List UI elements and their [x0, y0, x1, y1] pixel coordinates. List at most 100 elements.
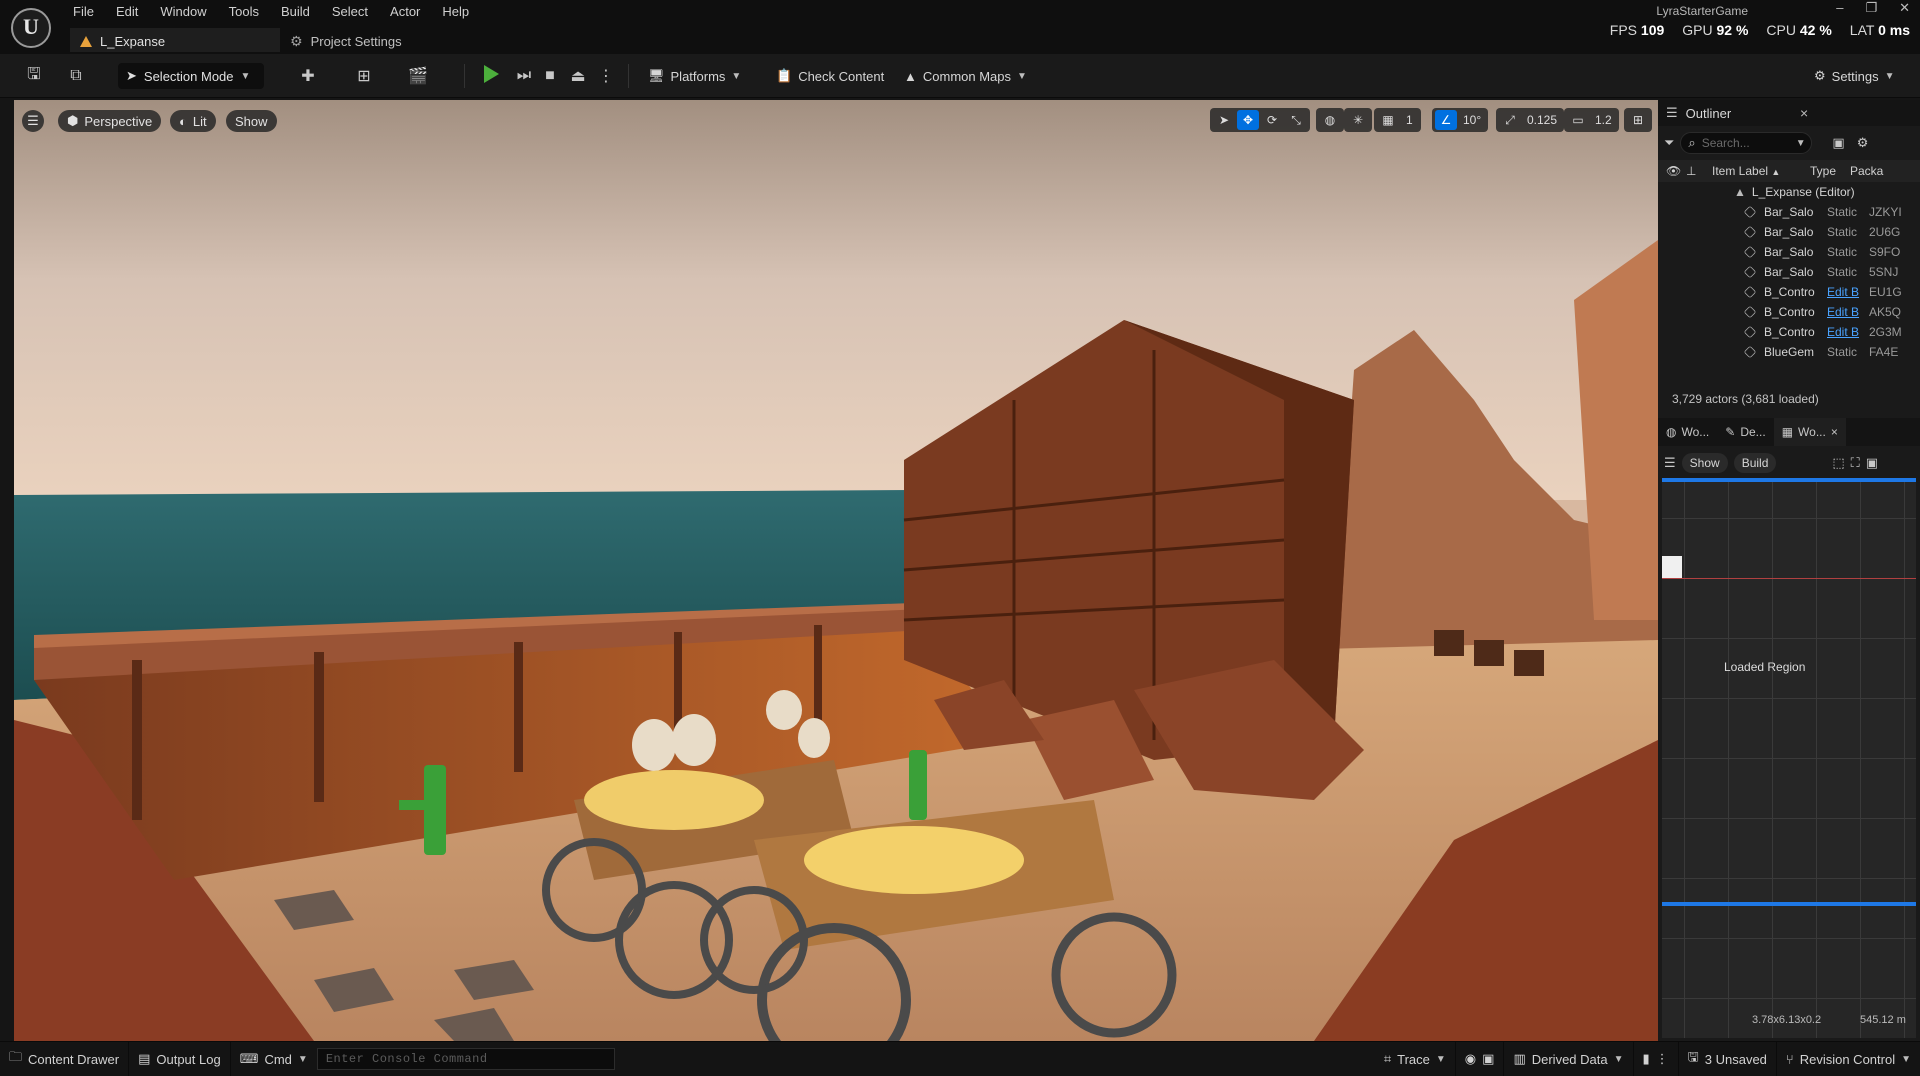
perspective-label: Perspective [84, 113, 153, 129]
rotation-snap-value: 10° [1463, 113, 1482, 127]
outliner-column-headers: 👁 ⊥ Item Label ▲ Type Packa [1658, 160, 1920, 182]
scale-snap[interactable]: ⤢ 0.125 [1496, 108, 1565, 132]
toolbar-divider [464, 64, 465, 88]
column-type[interactable]: Type [1810, 164, 1850, 178]
minimize-icon[interactable]: – [1836, 0, 1843, 16]
browse-icon[interactable]: ⧉ [64, 64, 88, 88]
list-item[interactable]: Bar_Salo Static JZKYI [1658, 202, 1920, 222]
pin-icon[interactable]: ⊥ [1686, 164, 1706, 178]
output-log-button[interactable]: ▤ Output Log [129, 1041, 231, 1076]
fit-icon[interactable]: ⛶ [1851, 455, 1860, 471]
edit-blueprint-link[interactable]: Edit B [1827, 285, 1869, 299]
unreal-logo-icon[interactable]: U [11, 8, 51, 48]
check-content-button[interactable]: 📋 Check Content [776, 62, 884, 90]
map-icon: ▦ [1781, 425, 1794, 439]
hamburger-icon[interactable]: ☰ [1664, 455, 1676, 471]
restore-icon[interactable]: ❐ [1865, 0, 1877, 16]
list-item[interactable]: Bar_Salo Static S9FO [1658, 242, 1920, 262]
list-item[interactable]: Bar_Salo Static 5SNJ [1658, 262, 1920, 282]
tab-outliner[interactable]: ☰ Outliner × [1658, 100, 1920, 126]
camera-speed[interactable]: ▭ 1.2 [1564, 108, 1619, 132]
close-icon[interactable]: × [1800, 105, 1808, 121]
select-icon[interactable]: ➤ [1213, 110, 1235, 130]
rotation-snap[interactable]: ∠ 10° [1432, 108, 1489, 132]
bounds-icon[interactable]: ▣ [1866, 455, 1878, 471]
list-item[interactable]: Bar_Salo Static 2U6G [1658, 222, 1920, 242]
region-top-border [1662, 478, 1916, 482]
selection-mode-dropdown[interactable]: ➤ Selection Mode ▼ [118, 63, 264, 89]
edit-blueprint-link[interactable]: Edit B [1827, 305, 1869, 319]
grid-snap-value: 1 [1406, 113, 1413, 127]
eject-icon[interactable]: ⏏ [566, 64, 590, 88]
close-icon[interactable]: ✕ [1899, 0, 1910, 16]
edit-blueprint-link[interactable]: Edit B [1827, 325, 1869, 339]
unsaved-button[interactable]: 🖫 3 Unsaved [1679, 1041, 1777, 1076]
more-options-icon[interactable]: ⋮ [594, 64, 618, 88]
cinematics-icon[interactable]: 🎬 [406, 64, 430, 88]
cmd-dropdown[interactable]: ⌨ Cmd ▼ [231, 1042, 317, 1076]
chevron-down-icon[interactable]: ▼ [1796, 138, 1806, 149]
frame-icon[interactable]: ⬚ [1832, 455, 1844, 471]
grid-snap[interactable]: ▦ 1 [1374, 108, 1421, 132]
stats-button[interactable]: ▮ ⋮ [1634, 1041, 1679, 1076]
visibility-icon[interactable]: 👁 [1666, 164, 1686, 178]
filter-icon[interactable]: ⏷ [1664, 135, 1674, 151]
layout-button[interactable]: ⊞ [1624, 108, 1652, 132]
translate-icon[interactable]: ✥ [1237, 110, 1259, 130]
save-icon[interactable]: 🖫 [22, 64, 46, 88]
settings-dropdown[interactable]: ⚙ Settings ▼ [1814, 62, 1895, 90]
column-item-label[interactable]: Item Label ▲ [1706, 164, 1810, 178]
perspective-dropdown[interactable]: ⬢ Perspective [58, 110, 162, 132]
close-icon[interactable]: × [1831, 425, 1838, 439]
outliner-search-input[interactable] [1701, 136, 1790, 150]
gear-icon[interactable]: ⚙ [1857, 135, 1869, 151]
scale-icon[interactable]: ⤡ [1285, 110, 1307, 130]
blueprint-icon[interactable]: ⊞ [352, 64, 376, 88]
viewport-menu-button[interactable]: ☰ [22, 110, 44, 132]
record-button[interactable]: ◉ ▣ [1456, 1041, 1505, 1076]
trace-dropdown[interactable]: ⌗ Trace ▼ [1375, 1041, 1456, 1076]
derived-data-dropdown[interactable]: ▥ Derived Data ▼ [1504, 1041, 1634, 1076]
add-actor-icon[interactable]: ✚ [296, 64, 320, 88]
stop-icon[interactable]: ■ [538, 64, 562, 88]
new-folder-icon[interactable]: ▣ [1832, 135, 1844, 151]
step-icon[interactable]: ⏭ [512, 64, 536, 88]
menu-edit[interactable]: Edit [105, 2, 149, 22]
menu-help[interactable]: Help [431, 2, 480, 22]
list-item[interactable]: B_Contro Edit B EU1G [1658, 282, 1920, 302]
search-icon: ⌕ [1688, 135, 1696, 150]
grid-line [1860, 478, 1861, 1038]
tab-level[interactable]: L_Expanse [70, 28, 280, 52]
list-item[interactable]: BlueGem Static FA4E [1658, 342, 1920, 362]
play-button[interactable] [484, 65, 499, 83]
menu-build[interactable]: Build [270, 2, 321, 22]
level-viewport[interactable]: ☰ ⬢ Perspective ◐ Lit Show ➤ ✥ ⟳ ⤡ ◍ ✳ ▦… [14, 100, 1658, 1041]
rotate-icon[interactable]: ⟳ [1261, 110, 1283, 130]
menu-select[interactable]: Select [321, 2, 379, 22]
show-dropdown[interactable]: Show [226, 110, 277, 132]
column-package[interactable]: Packa [1850, 164, 1890, 178]
menu-tools[interactable]: Tools [218, 2, 270, 22]
content-drawer-button[interactable]: 🗀 Content Drawer [0, 1041, 130, 1076]
console-command-input[interactable] [316, 1048, 615, 1070]
lit-dropdown[interactable]: ◐ Lit [170, 110, 216, 132]
tab-project-settings[interactable]: ⚙ Project Settings [290, 30, 402, 52]
world-partition-map[interactable]: Loaded Region 3.78x6.13x0.2 545.12 m [1662, 478, 1916, 1038]
build-button[interactable]: Build [1733, 453, 1777, 473]
platforms-dropdown[interactable]: 🖥 Platforms ▼ [648, 62, 741, 90]
menu-window[interactable]: Window [149, 2, 217, 22]
list-item-root[interactable]: ▲ L_Expanse (Editor) [1658, 182, 1920, 202]
tab-world-partition[interactable]: ▦ Wo... × [1773, 418, 1846, 446]
log-icon: ▤ [138, 1051, 151, 1066]
surface-snap-toggle[interactable]: ✳ [1344, 108, 1372, 132]
tab-details[interactable]: ✎ De... [1717, 418, 1773, 446]
list-item[interactable]: B_Contro Edit B 2G3M [1658, 322, 1920, 342]
tab-world-settings[interactable]: ◍ Wo... [1658, 418, 1717, 446]
revision-control-dropdown[interactable]: ⑂ Revision Control ▼ [1777, 1042, 1920, 1076]
common-maps-dropdown[interactable]: ▲ Common Maps ▼ [904, 62, 1027, 90]
menu-file[interactable]: File [62, 2, 105, 22]
world-local-toggle[interactable]: ◍ [1316, 108, 1344, 132]
menu-actor[interactable]: Actor [379, 2, 431, 22]
list-item[interactable]: B_Contro Edit B AK5Q [1658, 302, 1920, 322]
show-button[interactable]: Show [1681, 453, 1728, 473]
